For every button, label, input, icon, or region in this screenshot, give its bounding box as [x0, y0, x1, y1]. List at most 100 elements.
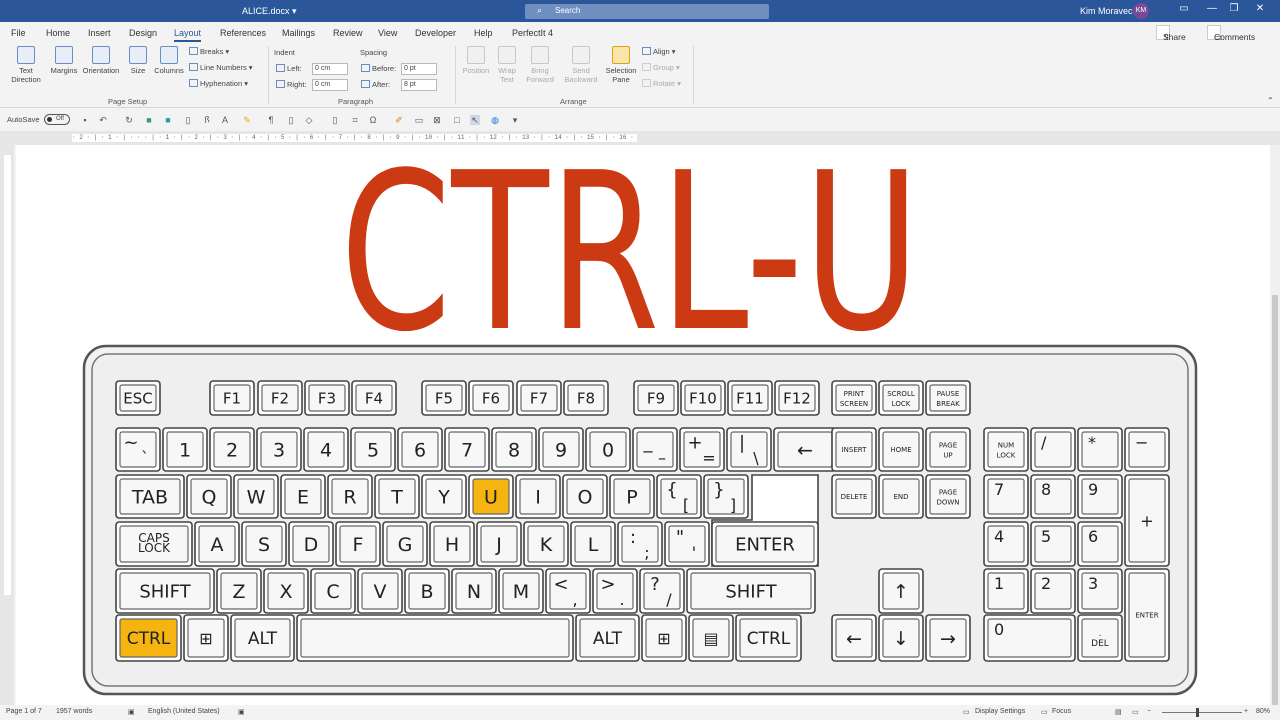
- print-layout-icon[interactable]: ▭: [1132, 708, 1139, 716]
- key-q-2[interactable]: W: [233, 474, 279, 519]
- selection-pane-button[interactable]: Selection Pane: [604, 46, 638, 84]
- tab-view[interactable]: View: [378, 28, 397, 38]
- key-num-5[interactable]: 5: [1030, 521, 1076, 567]
- undo-icon[interactable]: ↶: [98, 115, 108, 125]
- tab-help[interactable]: Help: [474, 28, 493, 38]
- vertical-ruler[interactable]: [0, 145, 14, 705]
- key-s-3[interactable]: C: [310, 568, 356, 614]
- autosave-toggle[interactable]: Off: [44, 114, 70, 125]
- line-numbers-button[interactable]: Line Numbers ▾: [189, 63, 253, 72]
- rotate-button[interactable]: Rotate ▾: [642, 79, 681, 88]
- key-num-5[interactable]: 5: [350, 427, 396, 472]
- key-s-8[interactable]: <,: [545, 568, 591, 614]
- key-scroll-lock[interactable]: SCROLL LOCK: [878, 380, 924, 416]
- brush-icon[interactable]: ✐: [394, 115, 404, 125]
- key-page-down[interactable]: PAGE DOWN: [925, 474, 971, 519]
- key-f3[interactable]: F3: [304, 380, 350, 416]
- key-f8[interactable]: F8: [563, 380, 609, 416]
- key-f6[interactable]: F6: [468, 380, 514, 416]
- globe-icon[interactable]: ◍: [490, 115, 500, 125]
- zoom-knob[interactable]: [1196, 708, 1199, 717]
- key-s-1[interactable]: Z: [216, 568, 262, 614]
- key-f2[interactable]: F2: [257, 380, 303, 416]
- comment-icon[interactable]: ◇: [304, 115, 314, 125]
- key-b-5[interactable]: ⊞: [641, 614, 687, 662]
- key-pause-break[interactable]: PAUSE BREAK: [925, 380, 971, 416]
- key-end[interactable]: END: [878, 474, 924, 519]
- key-f12[interactable]: F12: [774, 380, 820, 416]
- spacing-before-field[interactable]: 0 pt: [401, 63, 437, 75]
- key-b-6[interactable]: ▤: [688, 614, 734, 662]
- key-f4[interactable]: F4: [351, 380, 397, 416]
- key-num-8[interactable]: 8: [1030, 474, 1076, 519]
- search-box[interactable]: ⌕ Search: [525, 4, 769, 19]
- tab-perfectit[interactable]: PerfectIt 4: [512, 28, 553, 38]
- key-insert[interactable]: INSERT: [831, 427, 877, 472]
- zoom-in-icon[interactable]: +: [1244, 708, 1248, 715]
- frame-icon[interactable]: ⌗: [350, 115, 360, 125]
- pointer-icon[interactable]: ↖: [470, 115, 480, 125]
- share-button[interactable]: ⇪ Share: [1156, 25, 1186, 42]
- key-h-11[interactable]: "': [664, 521, 710, 567]
- scrollbar-thumb[interactable]: [1272, 295, 1278, 705]
- display-settings-icon[interactable]: ▭: [963, 708, 970, 716]
- tab-layout[interactable]: Layout: [174, 28, 202, 42]
- key-h-4[interactable]: F: [335, 521, 381, 567]
- document-title[interactable]: ALICE.docx ▾: [242, 6, 297, 17]
- key-num-lock[interactable]: NUM LOCK: [983, 427, 1029, 472]
- key-b-3[interactable]: [296, 614, 574, 662]
- key-s-7[interactable]: M: [498, 568, 544, 614]
- language-status[interactable]: English (United States): [148, 708, 220, 715]
- key-s-11[interactable]: SHIFT: [686, 568, 816, 614]
- key-arrow-right[interactable]: →: [925, 614, 971, 662]
- hyphenation-button[interactable]: Hyphenation ▾: [189, 79, 248, 88]
- tab-design[interactable]: Design: [129, 28, 157, 38]
- tab-developer[interactable]: Developer: [415, 28, 456, 38]
- key-home[interactable]: HOME: [878, 427, 924, 472]
- grid-icon[interactable]: ⊠: [432, 115, 442, 125]
- comments-button[interactable]: ▭ Comments: [1207, 25, 1255, 42]
- key-s-9[interactable]: >.: [592, 568, 638, 614]
- minimize-icon[interactable]: —: [1202, 3, 1222, 14]
- key-num-2[interactable]: 2: [1030, 568, 1076, 614]
- key-h-7[interactable]: J: [476, 521, 522, 567]
- key-num-4[interactable]: 4: [303, 427, 349, 472]
- key-h-3[interactable]: D: [288, 521, 334, 567]
- tab-home[interactable]: Home: [46, 28, 70, 38]
- key-b-2[interactable]: ALT: [230, 614, 295, 662]
- format-icon[interactable]: ■: [144, 115, 154, 125]
- size-button[interactable]: Size: [125, 46, 151, 75]
- key-num-star[interactable]: *: [1077, 427, 1123, 472]
- user-name[interactable]: Kim Moravec: [1080, 6, 1133, 16]
- key-q-6[interactable]: Y: [421, 474, 467, 519]
- zoom-slider[interactable]: [1162, 708, 1242, 717]
- picture-icon[interactable]: ▭: [414, 115, 424, 125]
- horizontal-ruler[interactable]: · 2 · | · 1 · | · · · | · 1 · | · 2 · | …: [0, 131, 1280, 145]
- key-s-2[interactable]: X: [263, 568, 309, 614]
- text-box-icon[interactable]: A: [220, 115, 230, 125]
- margins-button[interactable]: Margins: [48, 46, 80, 75]
- key-num-slash[interactable]: /: [1030, 427, 1076, 472]
- key-q-4[interactable]: R: [327, 474, 373, 519]
- tab-review[interactable]: Review: [333, 28, 363, 38]
- key-h-12[interactable]: ENTER: [711, 521, 819, 567]
- key-num-0[interactable]: ~`: [115, 427, 161, 472]
- word-count[interactable]: 1957 words: [56, 708, 92, 715]
- key-arrow-left[interactable]: ←: [831, 614, 877, 662]
- key-num-minus[interactable]: −: [1124, 427, 1170, 472]
- key-q-0[interactable]: TAB: [115, 474, 185, 519]
- customize-icon[interactable]: ▾: [510, 115, 520, 125]
- key-print-screen[interactable]: PRINT SCREEN: [831, 380, 877, 416]
- key-num-12[interactable]: +=: [679, 427, 725, 472]
- key-f5[interactable]: F5: [421, 380, 467, 416]
- vertical-scrollbar[interactable]: [1270, 145, 1280, 705]
- key-q-12[interactable]: }]: [703, 474, 749, 519]
- wrap-text-button[interactable]: Wrap Text: [494, 46, 520, 84]
- key-s-5[interactable]: B: [404, 568, 450, 614]
- columns-button[interactable]: Columns: [152, 46, 186, 75]
- box-icon[interactable]: □: [452, 115, 462, 125]
- spelling-icon[interactable]: ▯: [183, 115, 193, 125]
- key-q-10[interactable]: P: [609, 474, 655, 519]
- bring-forward-button[interactable]: Bring Forward: [522, 46, 558, 84]
- key-num-9[interactable]: 9: [538, 427, 584, 472]
